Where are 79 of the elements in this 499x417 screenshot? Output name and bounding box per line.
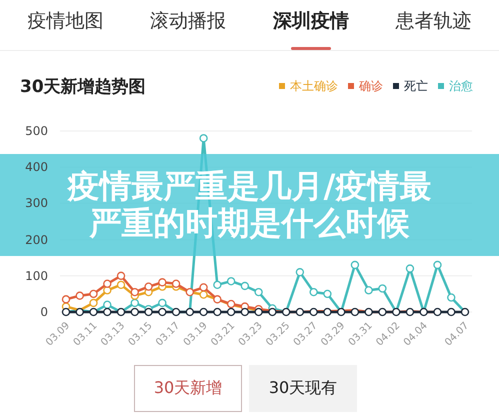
data-point [103, 280, 112, 288]
data-point [392, 308, 400, 316]
data-point [199, 308, 208, 316]
data-point [310, 308, 318, 316]
data-point [172, 308, 180, 316]
data-point [420, 308, 428, 316]
data-point [144, 282, 153, 291]
data-point [213, 295, 222, 304]
data-point [378, 308, 387, 316]
data-point [103, 300, 112, 309]
data-point [158, 278, 166, 286]
data-point [76, 292, 84, 300]
toggle-button[interactable]: 30天现有 [249, 365, 357, 412]
data-point [406, 308, 414, 316]
data-point [323, 308, 332, 316]
axis-label: 400 [25, 160, 48, 174]
data-point [447, 293, 456, 302]
data-point [254, 288, 263, 296]
data-point [364, 286, 373, 294]
data-point [186, 288, 194, 296]
data-point [240, 282, 250, 290]
data-point [89, 308, 98, 316]
data-point [116, 308, 126, 316]
data-point [89, 290, 98, 298]
toggle-button[interactable]: 30天新增 [134, 365, 242, 412]
tab-indicator [290, 47, 331, 50]
axis-label: 200 [25, 232, 48, 247]
data-point [296, 268, 304, 276]
data-point [213, 308, 222, 316]
axis-label: 0 [40, 305, 48, 319]
data-point [433, 260, 442, 270]
data-point [226, 308, 236, 316]
tab[interactable]: 疫情地图 [4, 0, 127, 50]
data-point [172, 280, 180, 288]
legend-label: 死亡 [404, 78, 428, 94]
data-point [350, 260, 360, 270]
data-point [130, 308, 139, 316]
data-point [337, 308, 346, 316]
data-point [186, 308, 194, 316]
data-point [323, 290, 332, 298]
tab[interactable]: 滚动播报 [126, 0, 250, 50]
data-point [433, 308, 442, 316]
data-point [296, 308, 304, 316]
legend-label: 确诊 [359, 78, 383, 94]
data-point [378, 284, 387, 293]
data-point [447, 308, 456, 316]
data-point [268, 308, 277, 316]
axis-label: 100 [25, 268, 48, 283]
data-point [116, 280, 126, 289]
data-point [350, 308, 360, 316]
chart-title: 30天新增趋势图 [20, 76, 146, 98]
data-point [158, 298, 166, 308]
data-point [199, 290, 208, 299]
data-point [226, 277, 236, 286]
data-point [460, 308, 470, 316]
axis-label: 300 [25, 196, 48, 210]
data-point [199, 283, 208, 292]
data-point [62, 295, 70, 304]
tab[interactable]: 患者轨迹 [372, 0, 495, 50]
data-point [62, 308, 70, 316]
data-point [226, 300, 236, 308]
data-point [240, 308, 250, 316]
data-point [130, 298, 139, 308]
data-point [282, 308, 290, 316]
data-point [406, 264, 414, 273]
data-point [364, 308, 373, 316]
data-point [213, 280, 222, 289]
legend-label: 治愈 [449, 78, 473, 94]
data-point [103, 308, 112, 316]
data-point [158, 308, 166, 316]
data-point [199, 134, 208, 142]
data-point [310, 288, 318, 296]
data-point [76, 308, 84, 316]
banner-title: 疫情最严重是几月/疫情最严重的时期是什么时候 [66, 168, 432, 242]
data-point [116, 272, 126, 280]
tab[interactable]: 深圳疫情 [250, 0, 372, 50]
legend-label: 本土确诊 [290, 78, 338, 94]
data-point [89, 298, 98, 308]
axis-label: 500 [25, 124, 48, 138]
